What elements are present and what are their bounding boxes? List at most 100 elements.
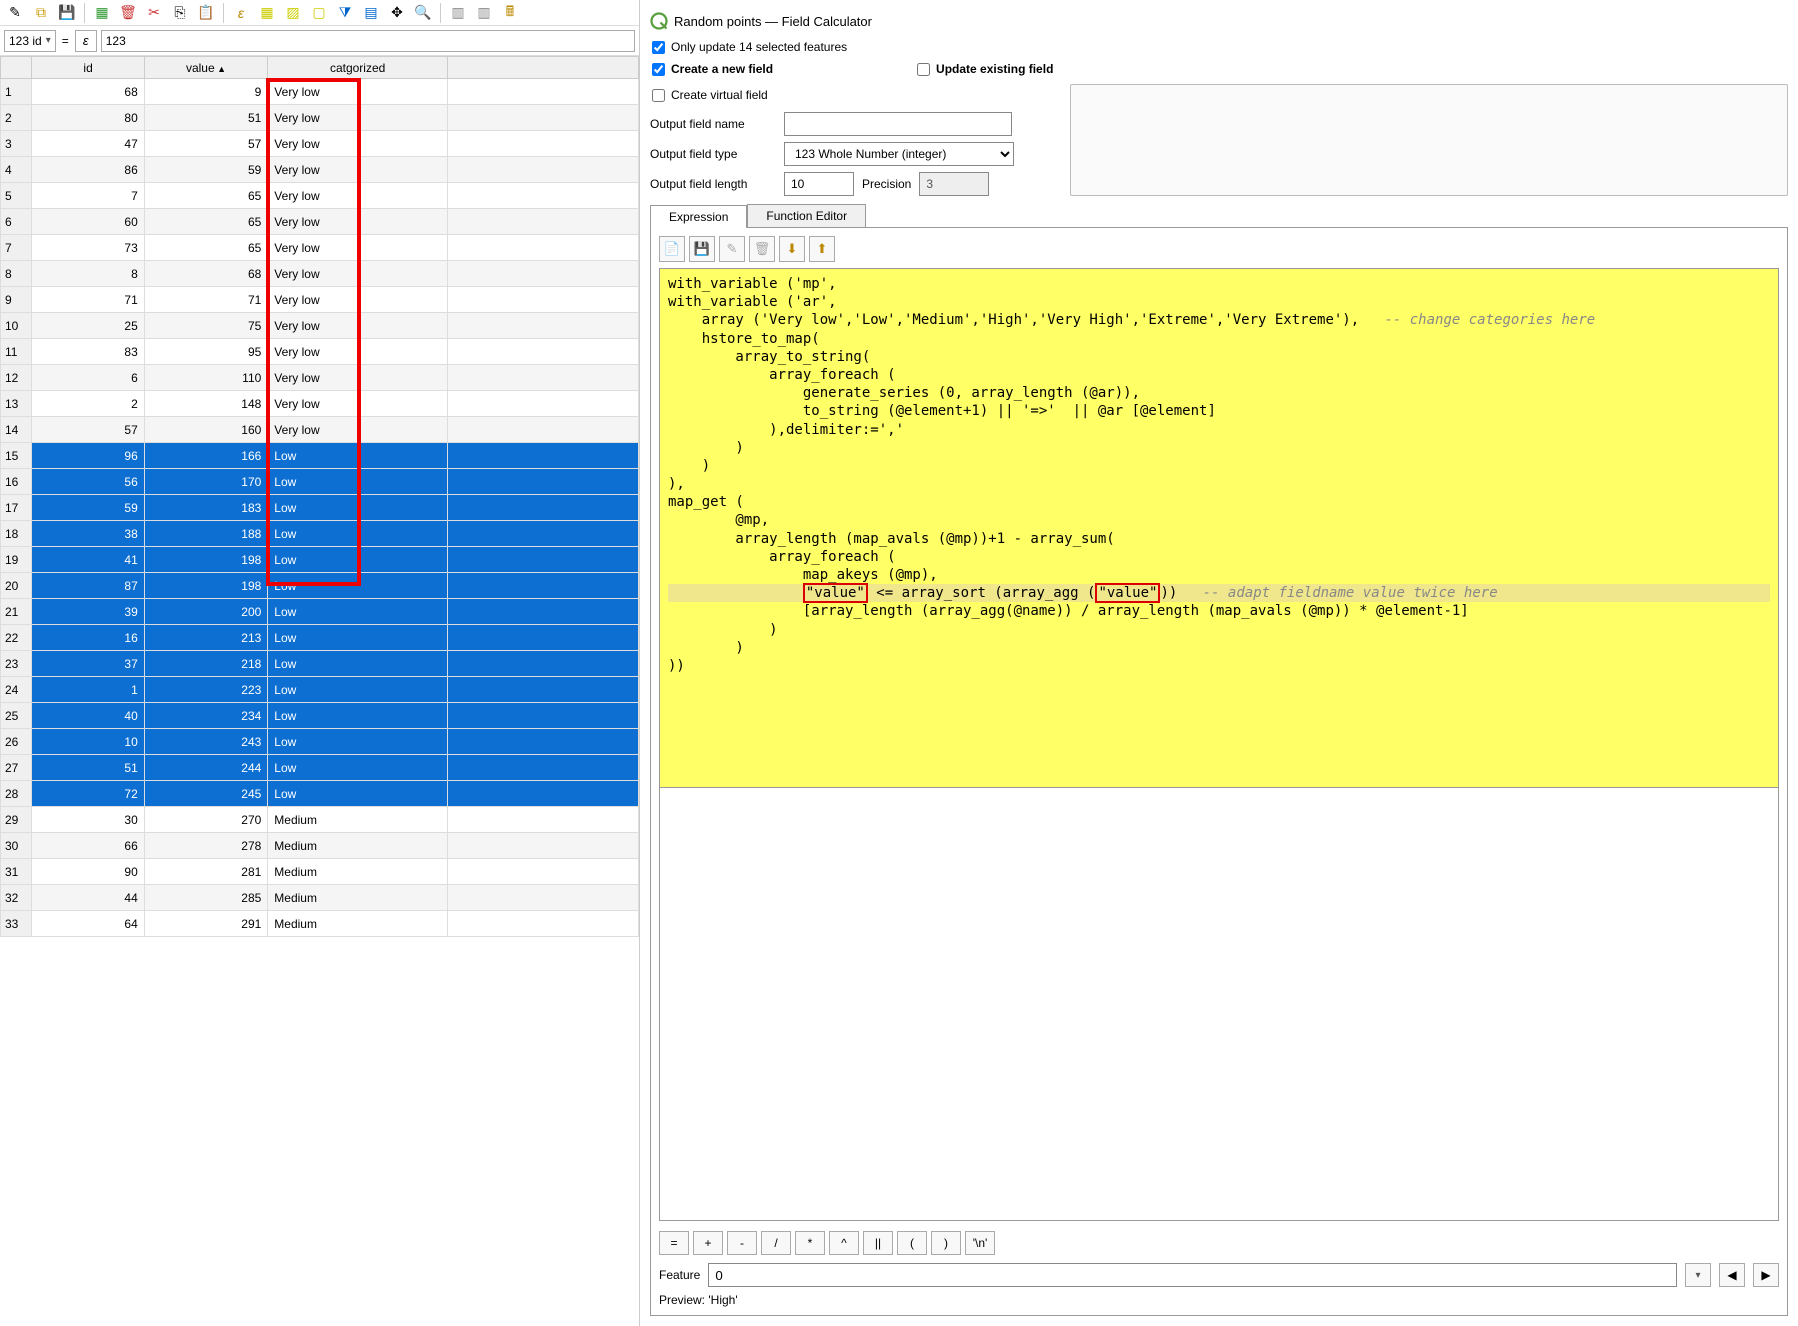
table-row[interactable]: 2216213Low <box>1 625 639 651</box>
row-number[interactable]: 18 <box>1 521 32 547</box>
table-row[interactable]: 2751244Low <box>1 755 639 781</box>
row-number[interactable]: 13 <box>1 391 32 417</box>
filter-icon[interactable]: ⧩ <box>334 2 356 24</box>
cell-value[interactable]: 244 <box>144 755 268 781</box>
move-selected-icon[interactable]: ▤ <box>360 2 382 24</box>
update-existing-row[interactable]: Update existing field <box>915 58 1055 80</box>
cell-value[interactable]: 65 <box>144 209 268 235</box>
table-row[interactable]: 2139200Low <box>1 599 639 625</box>
cell-catgorized[interactable]: Low <box>268 599 448 625</box>
cell-catgorized[interactable]: Very low <box>268 365 448 391</box>
row-number[interactable]: 31 <box>1 859 32 885</box>
cell-id[interactable]: 6 <box>32 365 144 391</box>
cell-id[interactable]: 8 <box>32 261 144 287</box>
row-number[interactable]: 15 <box>1 443 32 469</box>
table-row[interactable]: 2930270Medium <box>1 807 639 833</box>
row-number[interactable]: 2 <box>1 105 32 131</box>
expression-button[interactable]: ε <box>75 30 97 52</box>
cell-catgorized[interactable]: Low <box>268 781 448 807</box>
operator-button[interactable]: = <box>659 1231 689 1255</box>
field-calc-icon[interactable]: 🖩 <box>499 2 521 24</box>
row-number[interactable]: 9 <box>1 287 32 313</box>
table-row[interactable]: 77365Very low <box>1 235 639 261</box>
cell-value[interactable]: 183 <box>144 495 268 521</box>
row-number[interactable]: 19 <box>1 547 32 573</box>
toggle-edit-icon[interactable]: ✎ <box>4 2 26 24</box>
feature-dropdown[interactable] <box>1685 1263 1711 1287</box>
table-row[interactable]: 132148Very low <box>1 391 639 417</box>
cell-id[interactable]: 51 <box>32 755 144 781</box>
row-number[interactable]: 21 <box>1 599 32 625</box>
attribute-table[interactable]: id value catgorized 1689Very low28051Ver… <box>0 56 639 937</box>
only-update-checkbox[interactable] <box>652 41 665 54</box>
row-number[interactable]: 32 <box>1 885 32 911</box>
filter-value-input[interactable] <box>101 30 635 52</box>
row-number[interactable]: 6 <box>1 209 32 235</box>
cell-catgorized[interactable]: Very low <box>268 131 448 157</box>
cell-id[interactable]: 44 <box>32 885 144 911</box>
cell-id[interactable]: 57 <box>32 417 144 443</box>
cell-id[interactable]: 10 <box>32 729 144 755</box>
table-row[interactable]: 241223Low <box>1 677 639 703</box>
cell-value[interactable]: 95 <box>144 339 268 365</box>
cell-value[interactable]: 213 <box>144 625 268 651</box>
operator-button[interactable]: ^ <box>829 1231 859 1255</box>
table-row[interactable]: 1838188Low <box>1 521 639 547</box>
cell-id[interactable]: 66 <box>32 833 144 859</box>
expr-delete-icon[interactable]: 🗑 <box>749 236 775 262</box>
feature-prev-button[interactable]: ◀ <box>1719 1263 1745 1287</box>
add-feature-icon[interactable]: ▦ <box>91 2 113 24</box>
cell-id[interactable]: 41 <box>32 547 144 573</box>
cut-icon[interactable]: ✂ <box>143 2 165 24</box>
row-number[interactable]: 25 <box>1 703 32 729</box>
cell-catgorized[interactable]: Low <box>268 521 448 547</box>
cell-id[interactable]: 25 <box>32 313 144 339</box>
table-row[interactable]: 8868Very low <box>1 261 639 287</box>
row-number[interactable]: 3 <box>1 131 32 157</box>
cell-catgorized[interactable]: Low <box>268 703 448 729</box>
row-number[interactable]: 5 <box>1 183 32 209</box>
cell-id[interactable]: 60 <box>32 209 144 235</box>
cell-value[interactable]: 170 <box>144 469 268 495</box>
cell-value[interactable]: 234 <box>144 703 268 729</box>
feature-input[interactable] <box>708 1263 1677 1287</box>
table-row[interactable]: 3190281Medium <box>1 859 639 885</box>
cell-value[interactable]: 198 <box>144 547 268 573</box>
cell-id[interactable]: 16 <box>32 625 144 651</box>
cell-id[interactable]: 38 <box>32 521 144 547</box>
cell-value[interactable]: 110 <box>144 365 268 391</box>
multi-edit-icon[interactable]: ⧉ <box>30 2 52 24</box>
cell-catgorized[interactable]: Medium <box>268 859 448 885</box>
out-type-select[interactable]: 123 Whole Number (integer) <box>784 142 1014 166</box>
operator-button[interactable]: ) <box>931 1231 961 1255</box>
copy-icon[interactable]: ⎘ <box>169 2 191 24</box>
table-row[interactable]: 2610243Low <box>1 729 639 755</box>
table-row[interactable]: 126110Very low <box>1 365 639 391</box>
operator-button[interactable]: + <box>693 1231 723 1255</box>
row-number[interactable]: 24 <box>1 677 32 703</box>
table-row[interactable]: 97171Very low <box>1 287 639 313</box>
row-number[interactable]: 11 <box>1 339 32 365</box>
cell-value[interactable]: 57 <box>144 131 268 157</box>
cell-id[interactable]: 47 <box>32 131 144 157</box>
operator-button[interactable]: ( <box>897 1231 927 1255</box>
row-number[interactable]: 12 <box>1 365 32 391</box>
row-number[interactable]: 28 <box>1 781 32 807</box>
cell-value[interactable]: 245 <box>144 781 268 807</box>
cell-id[interactable]: 56 <box>32 469 144 495</box>
table-row[interactable]: 3066278Medium <box>1 833 639 859</box>
table-row[interactable]: 1759183Low <box>1 495 639 521</box>
cell-catgorized[interactable]: Very low <box>268 261 448 287</box>
cell-value[interactable]: 65 <box>144 235 268 261</box>
cell-catgorized[interactable]: Low <box>268 729 448 755</box>
delete-column-icon[interactable]: ▥ <box>473 2 495 24</box>
expr-edit-icon[interactable]: ✎ <box>719 236 745 262</box>
row-number[interactable]: 22 <box>1 625 32 651</box>
row-number[interactable]: 20 <box>1 573 32 599</box>
cell-value[interactable]: 223 <box>144 677 268 703</box>
expr-save-icon[interactable]: 💾 <box>689 236 715 262</box>
pan-to-icon[interactable]: ✥ <box>386 2 408 24</box>
table-row[interactable]: 1689Very low <box>1 79 639 105</box>
operator-button[interactable]: '\n' <box>965 1231 995 1255</box>
table-row[interactable]: 2087198Low <box>1 573 639 599</box>
